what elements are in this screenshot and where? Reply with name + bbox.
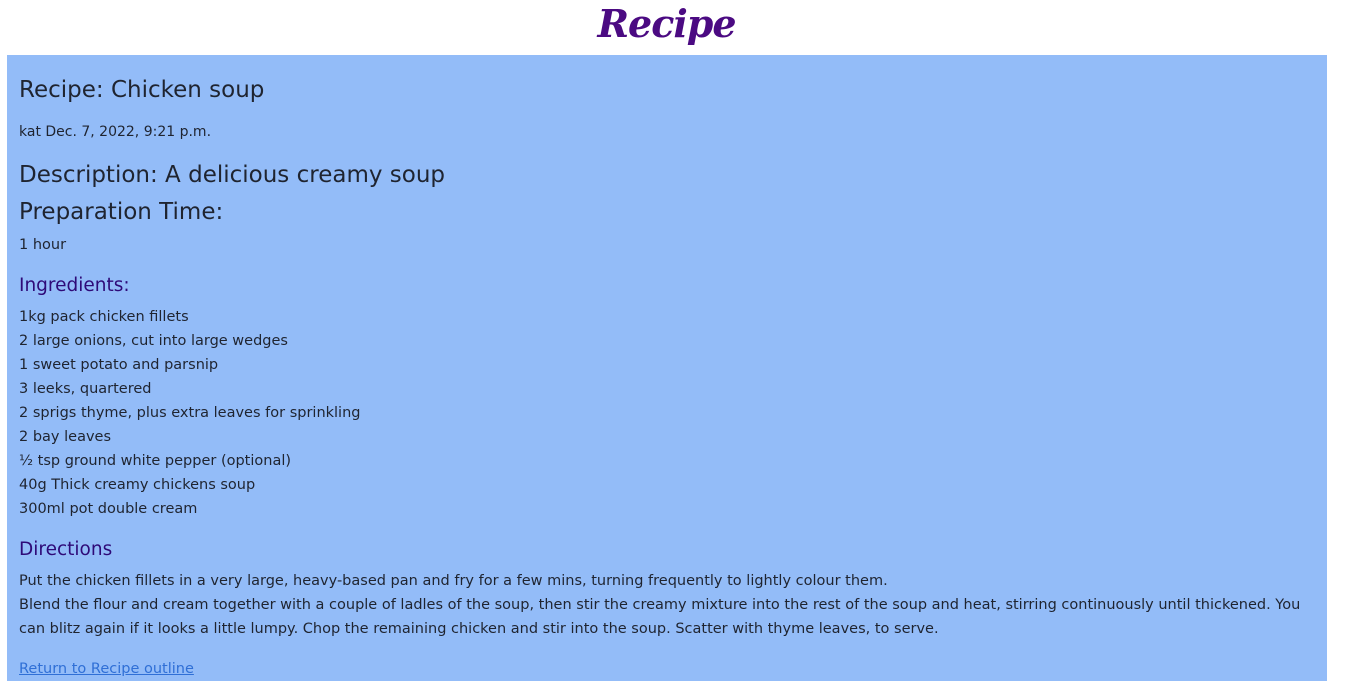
recipe-description: Description: A delicious creamy soup (19, 162, 446, 188)
ingredient-item: 40g Thick creamy chickens soup (19, 477, 256, 493)
site-header: Recipe (0, 0, 1349, 55)
ingredients-list: 1kg pack chicken fillets 2 large onions,… (19, 305, 360, 521)
recipe-title: Recipe: Chicken soup (19, 77, 265, 103)
ingredient-item: 1 sweet potato and parsnip (19, 357, 219, 373)
directions-text: Put the chicken fillets in a very large,… (19, 569, 1309, 641)
directions-heading: Directions (19, 539, 113, 560)
ingredient-item: 2 sprigs thyme, plus extra leaves for sp… (19, 405, 361, 421)
ingredient-item: 300ml pot double cream (19, 501, 198, 517)
site-title: Recipe (597, 1, 736, 46)
recipe-meta: kat Dec. 7, 2022, 9:21 p.m. (19, 124, 212, 140)
preparation-time-value: 1 hour (19, 237, 67, 253)
ingredient-item: 3 leeks, quartered (19, 381, 152, 397)
recipe-card: Recipe: Chicken soup kat Dec. 7, 2022, 9… (7, 55, 1327, 681)
ingredient-item: ½ tsp ground white pepper (optional) (19, 453, 292, 469)
ingredient-item: 2 bay leaves (19, 429, 112, 445)
direction-step: Blend the flour and cream together with … (19, 597, 1301, 637)
ingredients-heading: Ingredients: (19, 275, 130, 296)
preparation-time-heading: Preparation Time: (19, 199, 224, 225)
direction-step: Put the chicken fillets in a very large,… (19, 573, 888, 589)
ingredient-item: 1kg pack chicken fillets (19, 309, 189, 325)
return-to-recipe-outline-link[interactable]: Return to Recipe outline (19, 659, 194, 679)
ingredient-item: 2 large onions, cut into large wedges (19, 333, 288, 349)
